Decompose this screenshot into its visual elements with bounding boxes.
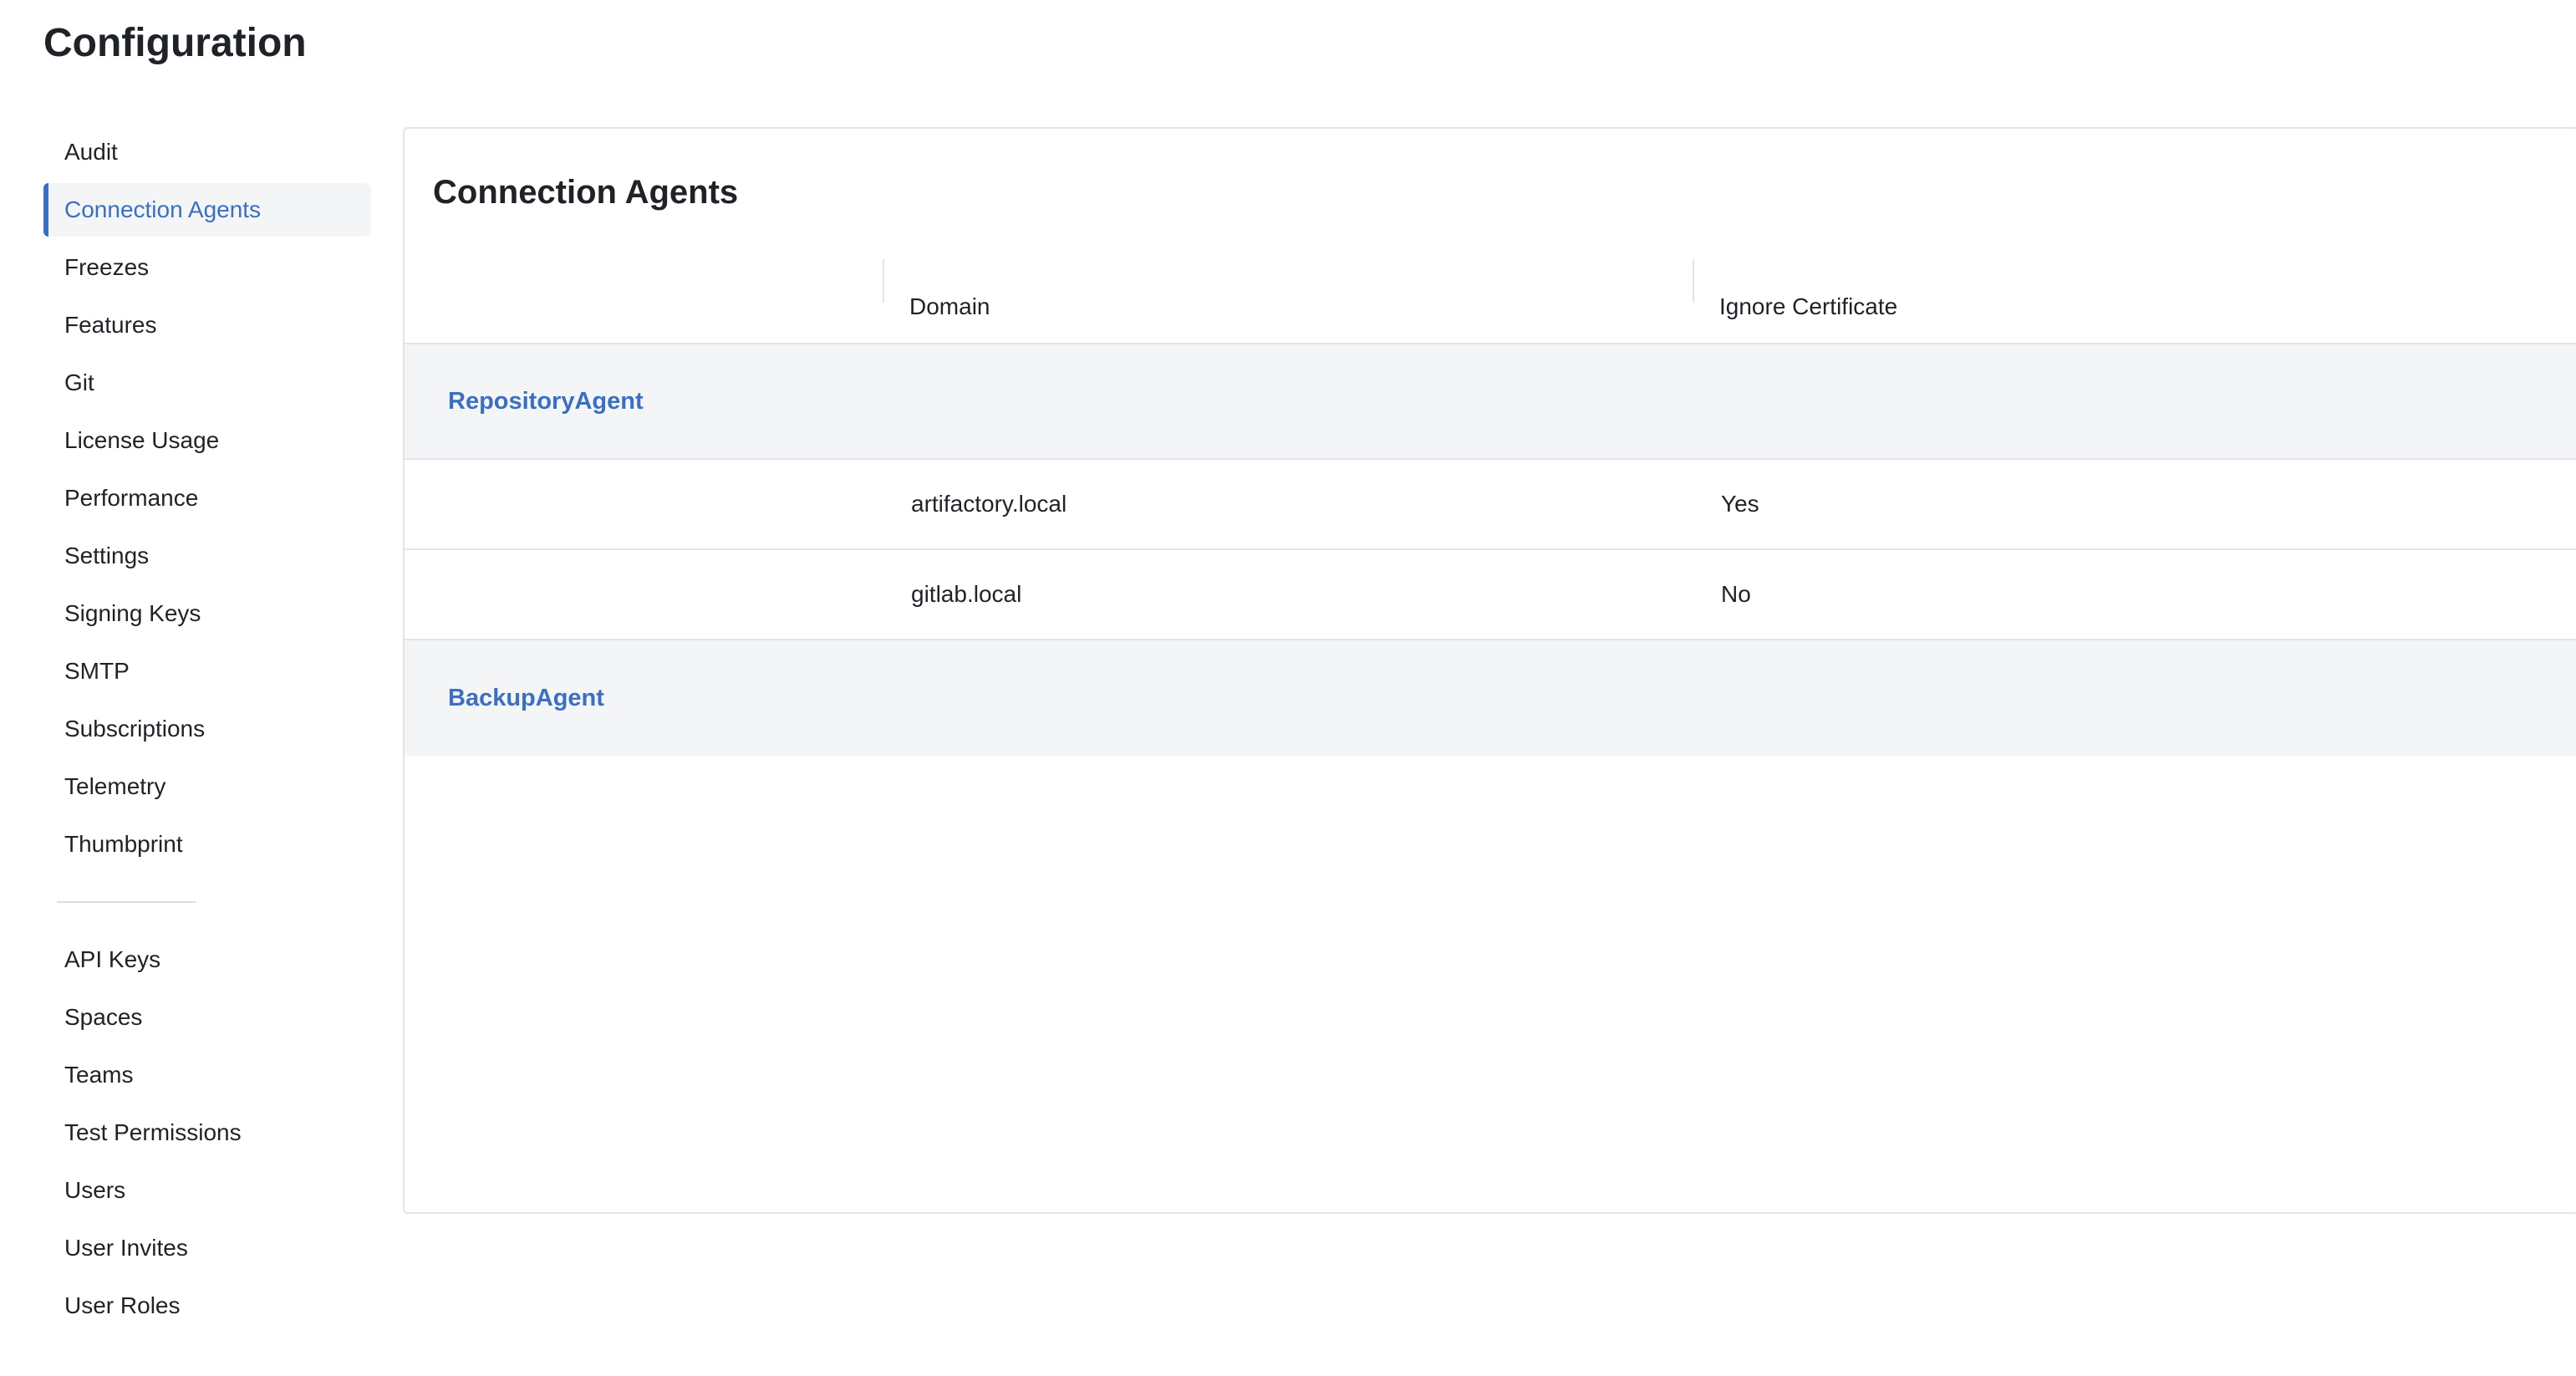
sidebar-item-settings[interactable]: Settings bbox=[43, 529, 371, 583]
column-header-domain[interactable]: Domain bbox=[884, 271, 1691, 343]
sidebar-item-smtp[interactable]: SMTP bbox=[43, 645, 371, 698]
column-header-name bbox=[405, 271, 883, 343]
sidebar-item-signing-keys[interactable]: Signing Keys bbox=[43, 587, 371, 640]
sidebar-item-teams[interactable]: Teams bbox=[43, 1048, 371, 1102]
connection-agents-panel: Connection Agents Domain Ignore Certific… bbox=[403, 127, 2576, 1214]
table-row: gitlab.local No bbox=[405, 550, 2576, 640]
table-row: artifactory.local Yes bbox=[405, 460, 2576, 550]
sidebar-divider bbox=[57, 901, 196, 903]
sidebar-nav: Audit Connection Agents Freezes Features… bbox=[43, 125, 371, 1337]
sidebar-item-git[interactable]: Git bbox=[43, 356, 371, 410]
ignore-certificate-cell: Yes bbox=[1721, 491, 1759, 517]
sidebar-item-user-roles[interactable]: User Roles bbox=[43, 1279, 371, 1333]
page-title: Configuration bbox=[43, 21, 307, 65]
panel-title: Connection Agents bbox=[433, 174, 739, 211]
sidebar-item-license-usage[interactable]: License Usage bbox=[43, 414, 371, 467]
domain-cell: artifactory.local bbox=[911, 491, 1067, 517]
sidebar-item-subscriptions[interactable]: Subscriptions bbox=[43, 702, 371, 756]
sidebar-item-performance[interactable]: Performance bbox=[43, 471, 371, 525]
sidebar-item-users[interactable]: Users bbox=[43, 1164, 371, 1217]
ignore-certificate-cell: No bbox=[1721, 581, 1751, 607]
column-header-ignore-certificate[interactable]: Ignore Certificate bbox=[1694, 271, 2530, 343]
sidebar-item-spaces[interactable]: Spaces bbox=[43, 991, 371, 1044]
agent-group-row[interactable]: BackupAgent bbox=[405, 640, 2576, 756]
table-header: Domain Ignore Certificate bbox=[405, 271, 2576, 344]
sidebar-item-freezes[interactable]: Freezes bbox=[43, 241, 371, 294]
sidebar-item-api-keys[interactable]: API Keys bbox=[43, 933, 371, 986]
agents-table: Domain Ignore Certificate RepositoryAgen… bbox=[405, 271, 2576, 756]
sidebar-item-telemetry[interactable]: Telemetry bbox=[43, 760, 371, 813]
agent-group-row[interactable]: RepositoryAgent bbox=[405, 344, 2576, 460]
sidebar-secondary-group: API Keys Spaces Teams Test Permissions U… bbox=[43, 933, 371, 1333]
sidebar-item-user-invites[interactable]: User Invites bbox=[43, 1221, 371, 1275]
sidebar-item-features[interactable]: Features bbox=[43, 298, 371, 352]
sidebar-item-connection-agents[interactable]: Connection Agents bbox=[43, 183, 371, 237]
agent-group-name[interactable]: RepositoryAgent bbox=[448, 388, 644, 415]
sidebar-item-audit[interactable]: Audit bbox=[43, 125, 371, 179]
sidebar-primary-group: Audit Connection Agents Freezes Features… bbox=[43, 125, 371, 871]
domain-cell: gitlab.local bbox=[911, 581, 1022, 607]
agent-group-name[interactable]: BackupAgent bbox=[448, 685, 604, 712]
sidebar-item-test-permissions[interactable]: Test Permissions bbox=[43, 1106, 371, 1159]
sidebar-item-thumbprint[interactable]: Thumbprint bbox=[43, 818, 371, 871]
